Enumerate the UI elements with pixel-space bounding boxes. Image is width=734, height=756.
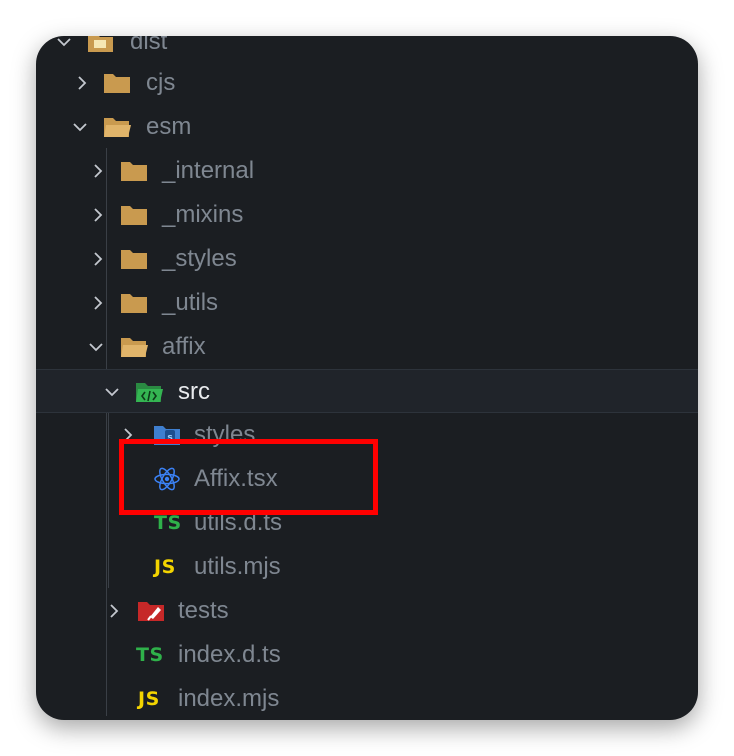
chevron-down-icon[interactable] — [70, 117, 90, 137]
tests-folder-icon — [136, 597, 166, 625]
chevron-right-icon[interactable] — [104, 601, 124, 621]
chevron-down-icon[interactable] — [102, 382, 122, 402]
tree-item-label: index.mjs — [178, 685, 280, 712]
chevron-right-icon[interactable] — [88, 249, 108, 269]
tree-item-esm[interactable]: esm — [36, 105, 698, 149]
tree-item-index-d-ts[interactable]: TS index.d.ts — [36, 633, 698, 677]
tree-item-affix[interactable]: affix — [36, 325, 698, 369]
tree-item-label: index.d.ts — [178, 641, 281, 668]
tree-item-label: _internal — [162, 157, 255, 184]
tree-item-utils-folder[interactable]: _utils — [36, 281, 698, 325]
tree-item-internal[interactable]: _internal — [36, 149, 698, 193]
javascript-icon: JS — [138, 688, 160, 710]
folder-icon — [119, 157, 149, 185]
tree-item-label: dist — [130, 36, 168, 55]
chevron-right-icon[interactable] — [88, 161, 108, 181]
tree-item-label: tests — [178, 597, 229, 624]
tree-item-index-mjs[interactable]: JS index.mjs — [36, 677, 698, 720]
tree-item-utils-mjs[interactable]: JS utils.mjs — [36, 545, 698, 589]
tree-item-label: _styles — [162, 245, 237, 272]
folder-icon — [102, 69, 132, 97]
chevron-right-icon[interactable] — [88, 293, 108, 313]
chevron-down-icon[interactable] — [54, 36, 74, 52]
tree-item-mixins[interactable]: _mixins — [36, 193, 698, 237]
highlight-box — [119, 439, 378, 515]
typescript-icon: TS — [136, 644, 164, 666]
folder-open-icon — [102, 113, 132, 141]
tree-item-label: esm — [146, 113, 192, 140]
tree-item-label: cjs — [146, 69, 176, 96]
tree-item-tests[interactable]: tests — [36, 589, 698, 633]
src-folder-icon — [134, 378, 164, 406]
tree-item-label: _utils — [162, 289, 219, 316]
tree-item-styles-folder[interactable]: _styles — [36, 237, 698, 281]
tree-item-src[interactable]: src — [36, 369, 698, 413]
javascript-icon: JS — [154, 556, 176, 578]
tree-item-label: _mixins — [162, 201, 244, 228]
folder-open-icon — [119, 333, 149, 361]
folder-open-icon — [86, 36, 116, 56]
tree-item-label: src — [178, 378, 210, 405]
folder-icon — [119, 201, 149, 229]
tree-item-label: affix — [162, 333, 206, 360]
file-explorer-panel: dist cjs esm _internal _mixins _styles _… — [36, 36, 698, 720]
chevron-right-icon[interactable] — [72, 73, 92, 93]
tree-item-label: utils.mjs — [194, 553, 281, 580]
folder-icon — [119, 289, 149, 317]
chevron-right-icon[interactable] — [88, 205, 108, 225]
folder-icon — [119, 245, 149, 273]
tree-item-dist[interactable]: dist — [36, 36, 698, 64]
chevron-down-icon[interactable] — [86, 337, 106, 357]
tree-item-cjs[interactable]: cjs — [36, 61, 698, 105]
